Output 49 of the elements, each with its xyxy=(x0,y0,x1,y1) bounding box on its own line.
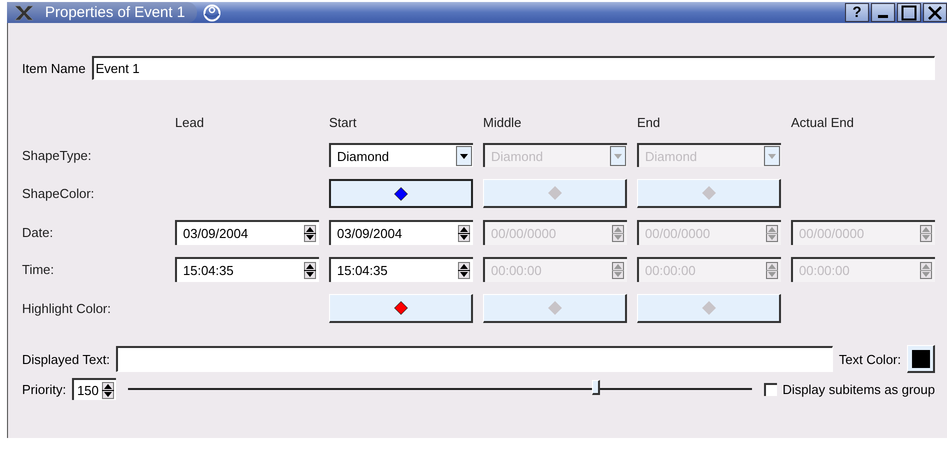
spin-value: 150 xyxy=(77,382,100,398)
close-button[interactable] xyxy=(923,3,947,22)
spin-value: 03/09/2004 xyxy=(337,226,404,241)
row-label: Highlight Color: xyxy=(22,301,112,316)
row-label: ShapeType: xyxy=(22,148,92,162)
column-header: Lead xyxy=(175,115,205,131)
minimize-button[interactable] xyxy=(871,3,895,22)
item-name-label: Item Name xyxy=(22,60,86,76)
spin-box[interactable]: 15:04:35 xyxy=(175,257,319,282)
spin-box[interactable]: 03/09/2004 xyxy=(329,220,473,245)
spinner-icon[interactable] xyxy=(458,262,470,279)
spinner-icon[interactable] xyxy=(304,262,316,279)
column-header: Actual End xyxy=(791,115,855,131)
text-color-button[interactable] xyxy=(907,345,935,373)
spin-value: 15:04:35 xyxy=(183,263,235,278)
column-header: Start xyxy=(329,115,358,131)
spinner-icon[interactable] xyxy=(102,382,114,398)
item-name-field[interactable]: Event 1 xyxy=(92,56,935,80)
spin-box[interactable]: 15:04:35 xyxy=(329,257,473,282)
priority-spin-box[interactable]: 150 xyxy=(72,378,116,400)
priority-slider[interactable] xyxy=(128,380,752,398)
spinner-icon[interactable] xyxy=(304,225,316,242)
spinner-icon[interactable] xyxy=(458,225,470,242)
column-header: End xyxy=(637,115,662,131)
slider-thumb[interactable] xyxy=(592,380,600,395)
spin-value: 15:04:35 xyxy=(337,263,389,278)
close-icon xyxy=(927,4,943,20)
column-header: Middle xyxy=(483,115,522,131)
group-checkbox[interactable]: Display subitems as group xyxy=(764,382,935,396)
minimize-icon xyxy=(878,15,888,18)
x-logo-icon[interactable] xyxy=(13,4,35,20)
row-label: Time: xyxy=(22,262,56,277)
displayed-text-label: Displayed Text: xyxy=(22,352,110,366)
help-button[interactable]: ? xyxy=(845,3,869,22)
spin-box[interactable]: 03/09/2004 xyxy=(175,220,319,245)
displayed-text-field[interactable] xyxy=(116,346,833,372)
priority-label: Priority: xyxy=(22,382,66,396)
checkbox-square[interactable] xyxy=(764,382,777,396)
window-title: Properties of Event 1 xyxy=(45,4,186,21)
row-label: ShapeColor: xyxy=(22,186,96,201)
shape-type-dropdown[interactable]: Diamond xyxy=(329,143,473,167)
maximize-button[interactable] xyxy=(897,3,921,22)
row-label: Date: xyxy=(22,225,54,240)
text-color-label: Text Color: xyxy=(838,352,901,366)
spin-value: 03/09/2004 xyxy=(183,226,250,241)
dropdown-value: Diamond xyxy=(337,148,390,164)
swirl-icon[interactable] xyxy=(201,4,224,22)
maximize-icon xyxy=(901,4,917,20)
color-button[interactable] xyxy=(329,179,473,208)
